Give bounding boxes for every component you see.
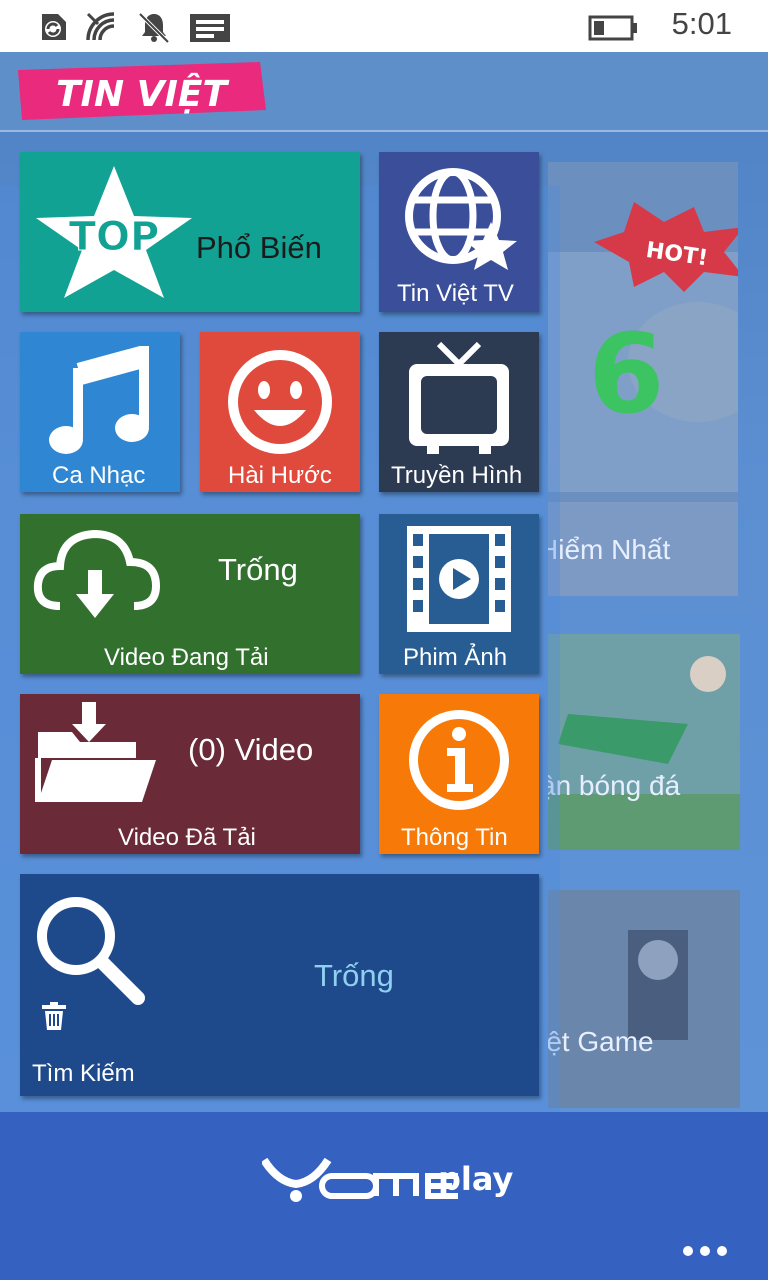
news-card-hot[interactable]: 6 HOT! Hiểm Nhất <box>548 162 738 596</box>
bell-icon <box>138 12 170 44</box>
tile-downloaded[interactable]: (0) Video Video Đã Tải <box>20 694 360 854</box>
tile-search-status: Trống <box>314 958 394 993</box>
tile-movies-label: Phim Ảnh <box>403 644 508 671</box>
globe-star-icon <box>405 168 517 270</box>
tile-music-label: Ca Nhạc <box>52 462 146 489</box>
news-card-football[interactable]: ận bóng đá <box>548 634 740 850</box>
search-icon <box>37 897 145 1005</box>
app-bar: play <box>0 1112 768 1280</box>
news-thumbnail <box>548 890 740 1108</box>
battery-icon <box>588 15 637 41</box>
sync-icon <box>42 14 66 40</box>
news-card-game[interactable]: iệt Game <box>548 890 740 1108</box>
tile-downloaded-status: (0) Video <box>188 732 314 767</box>
message-icon <box>190 14 230 42</box>
tile-television[interactable]: Truyền Hình <box>379 332 539 492</box>
top-star-text: TOP <box>69 214 160 260</box>
top-star-icon: TOP <box>36 166 192 298</box>
tile-downloaded-label: Video Đã Tải <box>118 824 256 851</box>
tile-search-label: Tìm Kiếm <box>32 1060 135 1087</box>
hot-badge: HOT! <box>594 202 738 292</box>
smiley-icon <box>228 350 332 454</box>
more-options-icon[interactable] <box>682 1244 728 1258</box>
tile-info-label: Thông Tin <box>401 824 508 851</box>
tile-tv-channel[interactable]: Tin Việt TV <box>379 152 539 312</box>
news-card-label: ận bóng đá <box>548 770 681 801</box>
news-card-label: Hiểm Nhất <box>548 534 671 565</box>
tile-downloading-status: Trống <box>218 552 298 587</box>
clock-time: 5:01 <box>671 6 732 41</box>
news-card-label: iệt Game <box>548 1026 654 1057</box>
trash-icon[interactable] <box>42 1002 66 1030</box>
tile-television-label: Truyền Hình <box>391 462 523 489</box>
tile-popular-title: Phổ Biến <box>196 230 322 265</box>
news-thumbnail <box>548 634 740 850</box>
tile-tv-channel-label: Tin Việt TV <box>397 280 514 307</box>
tile-downloading[interactable]: Trống Video Đang Tải <box>20 514 360 674</box>
wifi-icon <box>86 12 115 41</box>
info-icon <box>409 710 509 810</box>
tile-search[interactable]: Trống Tìm Kiếm <box>20 874 539 1096</box>
tin-viet-logo[interactable]: TIN VIỆT <box>14 62 266 120</box>
music-note-icon <box>49 346 149 454</box>
svg-text:6: 6 <box>588 310 665 438</box>
tile-music[interactable]: Ca Nhạc <box>20 332 180 492</box>
tile-info[interactable]: Thông Tin <box>379 694 539 854</box>
film-strip-icon <box>407 526 511 632</box>
tile-comedy[interactable]: Hài Hước <box>200 332 360 492</box>
tile-downloading-label: Video Đang Tải <box>104 644 269 671</box>
brand-play-text: play <box>438 1160 514 1198</box>
tile-comedy-label: Hài Hước <box>228 462 332 489</box>
tile-movies[interactable]: Phim Ảnh <box>379 514 539 674</box>
cloud-download-icon <box>33 529 161 618</box>
logo-text: TIN VIỆT <box>56 72 229 115</box>
status-bar: 5:01 <box>0 0 768 52</box>
tv-icon <box>409 341 509 454</box>
folder-download-icon <box>35 702 156 802</box>
tile-popular[interactable]: TOP Phổ Biến <box>20 152 360 312</box>
